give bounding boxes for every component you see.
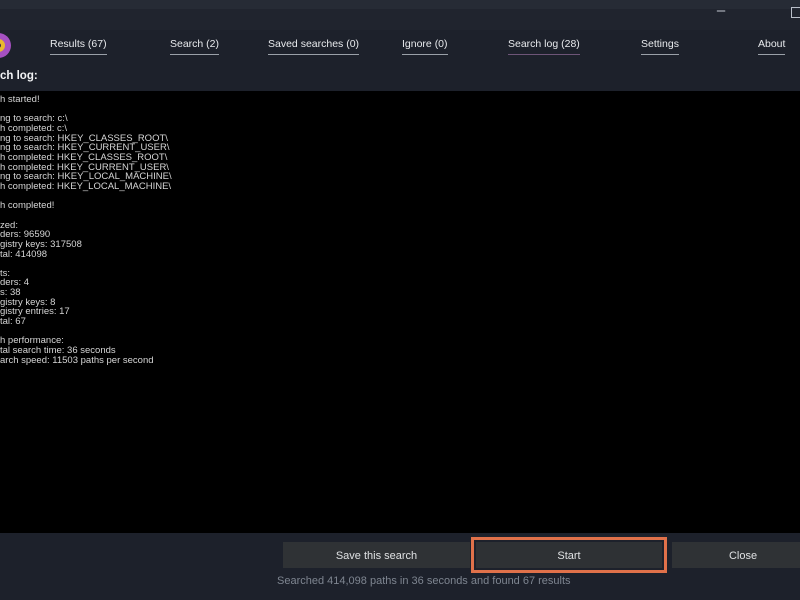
log-line: tal: 414098 — [0, 248, 48, 260]
log-line: ng to search: c:\ — [0, 113, 68, 125]
app-window: – Results (67) Search (2) Saved searches… — [0, 0, 800, 600]
log-line: gistry keys: 8 — [0, 296, 56, 308]
nav-tab-label: Search (2) — [170, 38, 220, 50]
log-line: h completed: HKEY_LOCAL_MACHINE\ — [0, 180, 172, 192]
log-line: gistry keys: 317508 — [0, 238, 82, 250]
title-bar: – — [0, 0, 800, 30]
nav-tab-label: Search log (28) — [508, 38, 580, 50]
status-text: Searched 414,098 paths in 36 seconds and… — [277, 575, 571, 587]
log-line: h performance: — [0, 335, 64, 347]
nav-tab-label: About — [758, 38, 786, 50]
log-line: h started! — [0, 94, 40, 105]
nav-tab-label: Settings — [641, 38, 679, 50]
log-line: h completed! — [0, 200, 55, 212]
maximize-icon[interactable] — [791, 7, 800, 18]
log-line: ders: 96590 — [0, 229, 51, 241]
log-line: zed: — [0, 219, 18, 231]
log-line: tal: 67 — [0, 316, 26, 328]
nav-tab-bar: Results (67) Search (2) Saved searches (… — [0, 38, 800, 60]
log-line: ders: 4 — [0, 277, 30, 289]
log-line: gistry entries: 17 — [0, 306, 70, 318]
log-line: ts: — [0, 267, 11, 279]
highlight-box: Start — [471, 537, 667, 573]
nav-tab[interactable]: About — [758, 38, 786, 55]
window-top-edge — [0, 0, 800, 9]
start-button[interactable]: Start — [476, 542, 662, 568]
nav-tab[interactable]: Results (67) — [50, 38, 107, 55]
log-line: s: 38 — [0, 287, 21, 299]
search-log-pane[interactable]: h started! ng to search: c:\ h completed… — [0, 91, 800, 533]
log-line: arch speed: 11503 paths per second — [0, 354, 154, 366]
nav-tab[interactable]: Search (2) — [170, 38, 220, 55]
nav-tab-label: Saved searches (0) — [268, 38, 360, 50]
nav-tab-label: Results (67) — [50, 38, 107, 50]
minimize-icon[interactable]: – — [710, 1, 732, 21]
nav-tab[interactable]: Search log (28) — [508, 38, 580, 55]
search-log-section-label: ch log: — [0, 70, 38, 82]
nav-tab[interactable]: Settings — [641, 38, 679, 55]
nav-tab-label: Ignore (0) — [402, 38, 448, 50]
save-this-search-button[interactable]: Save this search — [283, 542, 470, 568]
footer-bar: Save this search Start Close Searched 41… — [0, 533, 800, 600]
close-button[interactable]: Close — [672, 542, 800, 568]
nav-tab[interactable]: Saved searches (0) — [268, 38, 360, 55]
nav-tab[interactable]: Ignore (0) — [402, 38, 448, 55]
